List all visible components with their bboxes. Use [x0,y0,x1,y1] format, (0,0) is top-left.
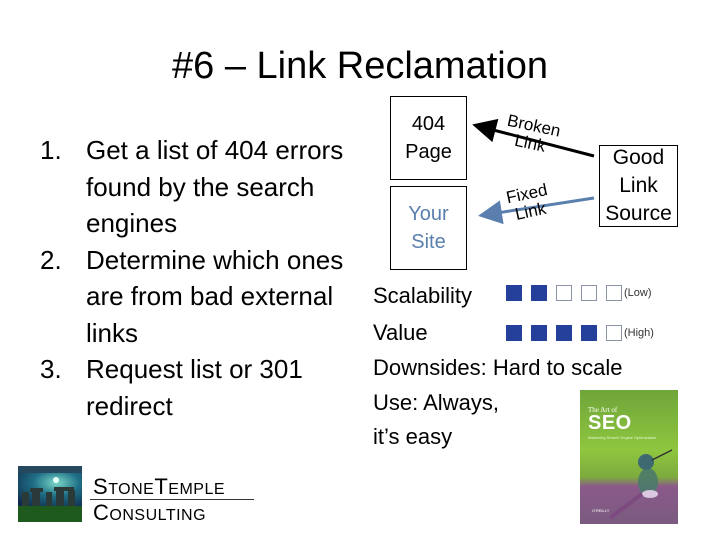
rating-square-empty [581,285,597,301]
rating-square-empty [606,285,622,301]
logo-letter: C [93,500,110,525]
logo-wordmark-line2: CONSULTING [93,502,206,527]
rating-tag: (Low) [624,287,652,299]
logo-letter: TONE [108,481,155,498]
logo-divider [90,499,254,500]
box-404-page: 404 Page [390,96,467,180]
stonehenge-logo-icon [18,466,82,522]
rating-square-filled [506,325,522,341]
box-404-line2: Page [405,141,452,163]
box-404-line1: 404 [411,113,446,135]
use-text-line2: it’s easy [373,424,453,449]
logo-wordmark-line1: STONETEMPLE [93,476,225,501]
rating-tag: (High) [624,327,654,339]
box-good-line2: Link [619,174,658,197]
rating-square-filled [506,285,522,301]
book-cover-image: The Art of SEO Mastering Search Engine O… [580,390,678,524]
logo-letter: ONSULTING [109,507,207,524]
logo-letter: S [93,474,109,499]
book-publisher: O'REILLY [592,508,610,513]
rating-square-filled [581,325,597,341]
downsides-text: Downsides: Hard to scale [373,355,623,380]
logo-letter: EMPLE [168,481,226,498]
use-text-line1: Use: Always, [373,390,499,415]
rating-square-filled [556,325,572,341]
scalability-rating: (Low) [506,285,652,301]
box-your-site: Your Site [390,186,467,270]
box-good-line3: Source [605,202,672,225]
value-rating: (High) [506,325,654,341]
box-good-link-source: Good Link Source [599,145,678,227]
box-site-line2: Site [411,231,446,253]
box-site-line1: Your [408,203,449,225]
value-label: Value [373,320,428,345]
rating-square-empty [606,325,622,341]
book-title: SEO [588,412,632,434]
scalability-label: Scalability [373,283,473,308]
rating-square-filled [531,325,547,341]
logo-letter: T [154,474,169,499]
box-good-line1: Good [612,146,665,169]
rating-square-empty [556,285,572,301]
book-tagline: Mastering Search Engine Optimization [588,435,657,440]
rating-square-filled [531,285,547,301]
